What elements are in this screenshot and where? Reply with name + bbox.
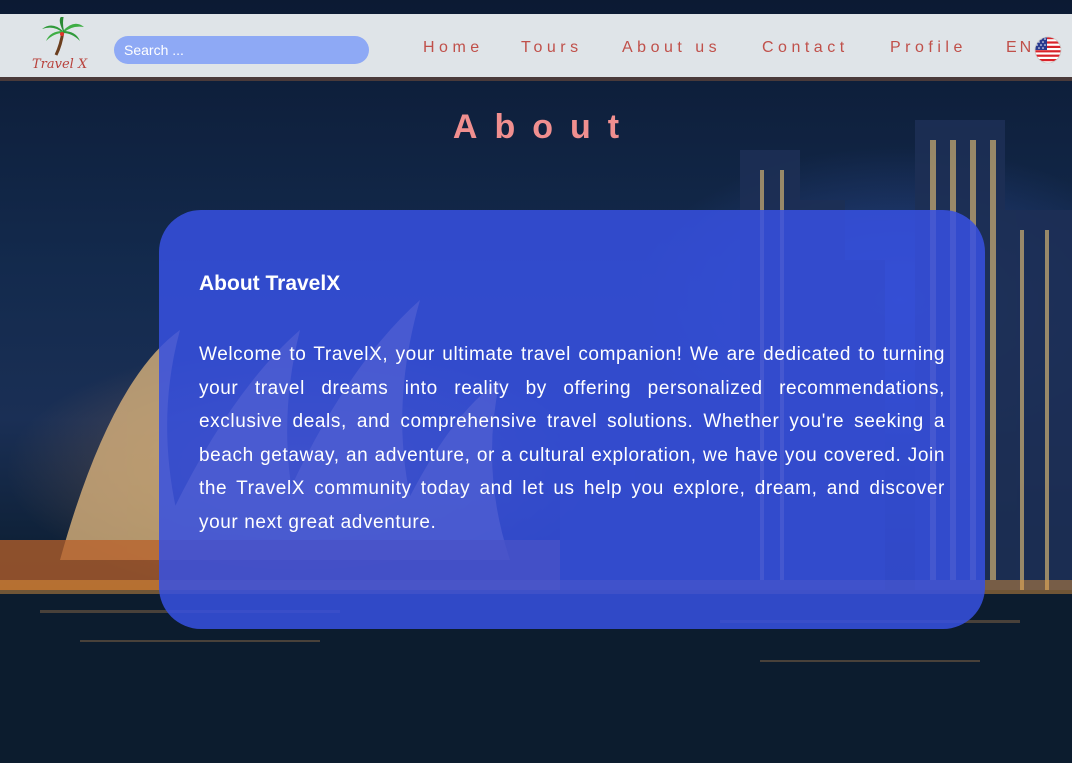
nav-profile[interactable]: Profile <box>890 39 967 57</box>
language-selector[interactable]: EN <box>1006 39 1034 57</box>
about-body-text: Welcome to TravelX, your ultimate travel… <box>199 344 945 533</box>
about-heading: About TravelX <box>199 272 341 295</box>
search-input[interactable] <box>114 36 369 64</box>
about-card: About TravelX Welcome to TravelX, your u… <box>159 210 985 629</box>
travelx-logo[interactable]: Travel X <box>26 15 98 75</box>
nav-home[interactable]: Home <box>423 39 484 57</box>
nav-about-us[interactable]: About us <box>622 39 721 57</box>
top-navbar: Travel X Home Tours About us Contact Pro… <box>0 14 1072 81</box>
logo-text: Travel X <box>32 57 88 72</box>
palm-tree-icon <box>42 15 84 56</box>
us-flag-icon[interactable] <box>1034 36 1062 64</box>
nav-tours[interactable]: Tours <box>521 39 583 57</box>
page-title: About <box>452 108 637 146</box>
nav-contact[interactable]: Contact <box>762 39 849 57</box>
